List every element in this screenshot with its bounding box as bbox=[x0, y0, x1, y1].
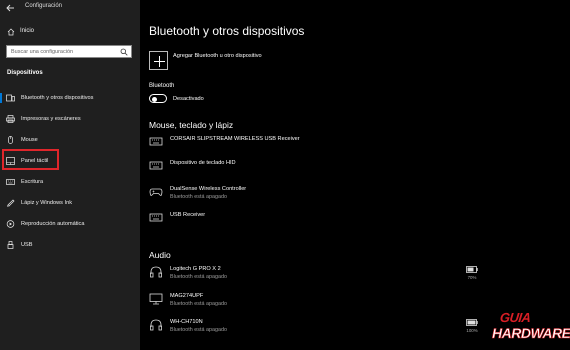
search-input[interactable]: Buscar una configuración bbox=[6, 45, 132, 58]
battery-indicator: 70% bbox=[462, 266, 482, 284]
bluetooth-toggle[interactable] bbox=[149, 94, 167, 103]
device-item[interactable]: DualSense Wireless Controller Bluetooth … bbox=[149, 186, 389, 206]
keyboard-icon bbox=[149, 161, 163, 170]
sidebar-item-label: Reproducción automática bbox=[21, 221, 85, 227]
group-heading-audio: Audio bbox=[149, 250, 171, 260]
mouse-icon bbox=[8, 136, 13, 144]
battery-icon bbox=[466, 319, 478, 326]
home-icon bbox=[7, 28, 15, 36]
section-label: Dispositivos bbox=[7, 70, 43, 76]
device-name: MAG274UPF bbox=[170, 293, 204, 299]
sidebar-item-home[interactable]: Inicio bbox=[0, 26, 140, 38]
sidebar-item-pen[interactable]: Lápiz y Windows Ink bbox=[0, 195, 140, 211]
main-content: Bluetooth y otros dispositivos Agregar B… bbox=[140, 0, 570, 350]
device-status: Bluetooth está apagado bbox=[170, 194, 227, 200]
sidebar-item-label: USB bbox=[21, 242, 33, 248]
sidebar-item-label: Inicio bbox=[20, 28, 35, 34]
sidebar-item-autoplay[interactable]: Reproducción automática bbox=[0, 216, 140, 232]
battery-indicator: 100% bbox=[462, 319, 482, 337]
sidebar-item-label: Impresoras y escáneres bbox=[21, 116, 81, 122]
bluetooth-state: Desactivado bbox=[173, 96, 204, 102]
sidebar-item-label: Bluetooth y otros dispositivos bbox=[21, 95, 94, 101]
battery-icon bbox=[466, 266, 478, 273]
sidebar-item-label: Lápiz y Windows Ink bbox=[21, 200, 72, 206]
sidebar-item-bluetooth[interactable]: Bluetooth y otros dispositivos bbox=[0, 90, 140, 106]
app-title: Configuración bbox=[25, 3, 63, 9]
pen-icon bbox=[7, 199, 15, 207]
back-arrow-icon[interactable] bbox=[5, 3, 15, 13]
sidebar-item-typing[interactable]: Escritura bbox=[0, 174, 140, 190]
bluetooth-label: Bluetooth bbox=[149, 83, 175, 89]
keyboard-icon bbox=[6, 179, 15, 185]
device-status: Bluetooth está apagado bbox=[170, 327, 227, 333]
title-bar: Configuración bbox=[0, 0, 140, 14]
add-device-label[interactable]: Agregar Bluetooth u otro dispositivo bbox=[173, 53, 262, 59]
printer-icon bbox=[6, 115, 15, 123]
add-device-button[interactable] bbox=[149, 51, 168, 70]
device-item[interactable]: USB Receiver bbox=[149, 212, 389, 232]
sidebar-item-label: Mouse bbox=[21, 137, 38, 143]
watermark-bottom: HARDWARE bbox=[492, 325, 570, 342]
monitor-icon bbox=[149, 293, 163, 305]
watermark-top: GUIA bbox=[499, 310, 532, 325]
bluetooth-devices-icon bbox=[6, 94, 15, 102]
plus-icon bbox=[154, 56, 165, 67]
sidebar-item-printers[interactable]: Impresoras y escáneres bbox=[0, 111, 140, 127]
search-placeholder: Buscar una configuración bbox=[11, 49, 74, 55]
watermark-logo: GUIA HARDWARE bbox=[480, 310, 570, 346]
usb-icon bbox=[7, 241, 14, 249]
highlight-annotation bbox=[2, 149, 59, 170]
device-name: Dispositivo de teclado HID bbox=[170, 160, 236, 166]
device-status: Bluetooth está apagado bbox=[170, 301, 227, 307]
search-icon[interactable] bbox=[120, 48, 128, 56]
autoplay-icon bbox=[6, 220, 15, 228]
device-item[interactable]: Dispositivo de teclado HID bbox=[149, 160, 389, 180]
gamepad-icon bbox=[149, 188, 163, 196]
headset-icon bbox=[150, 319, 162, 331]
device-name: DualSense Wireless Controller bbox=[170, 186, 247, 192]
battery-percent: 100% bbox=[466, 328, 478, 333]
device-name: USB Receiver bbox=[170, 212, 206, 218]
device-name: CORSAIR SLIPSTREAM WIRELESS USB Receiver bbox=[170, 136, 300, 142]
headset-icon bbox=[150, 266, 162, 278]
device-item[interactable]: CORSAIR SLIPSTREAM WIRELESS USB Receiver bbox=[149, 136, 389, 156]
sidebar-item-usb[interactable]: USB bbox=[0, 237, 140, 253]
device-status: Bluetooth está apagado bbox=[170, 274, 227, 280]
device-item[interactable]: WH-CH710N Bluetooth está apagado bbox=[149, 319, 389, 339]
page-title: Bluetooth y otros dispositivos bbox=[149, 24, 305, 38]
sidebar: Configuración Inicio Buscar una configur… bbox=[0, 0, 140, 350]
group-heading-input: Mouse, teclado y lápiz bbox=[149, 120, 234, 130]
toggle-knob bbox=[152, 96, 157, 102]
keyboard-icon bbox=[149, 137, 163, 146]
battery-percent: 70% bbox=[467, 275, 477, 280]
device-name: WH-CH710N bbox=[170, 319, 203, 325]
sidebar-item-mouse[interactable]: Mouse bbox=[0, 132, 140, 148]
device-item[interactable]: Logitech G PRO X 2 Bluetooth está apagad… bbox=[149, 266, 389, 286]
device-item[interactable]: MAG274UPF Bluetooth está apagado bbox=[149, 293, 389, 313]
device-name: Logitech G PRO X 2 bbox=[170, 266, 221, 272]
sidebar-item-label: Escritura bbox=[21, 179, 44, 185]
keyboard-icon bbox=[149, 213, 163, 222]
